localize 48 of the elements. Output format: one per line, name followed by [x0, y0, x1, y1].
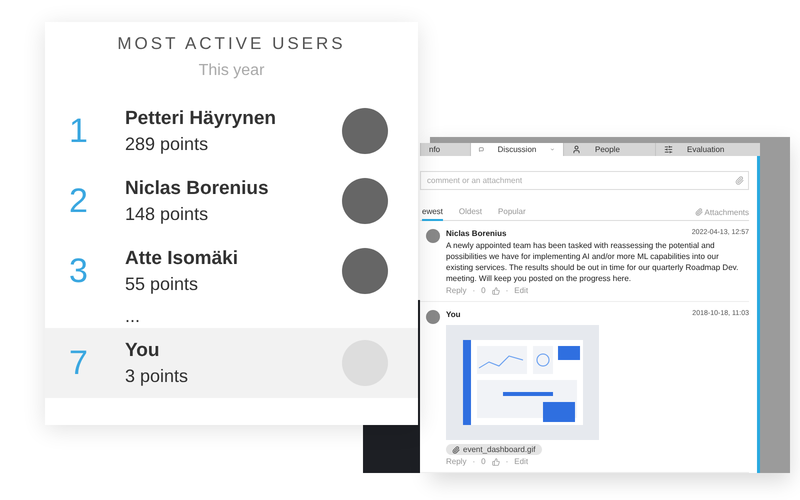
person-icon — [572, 145, 581, 154]
user-name: Petteri Häyrynen — [125, 108, 278, 130]
sort-tab[interactable]: Oldest — [458, 203, 482, 221]
comment-text: A newly appointed team has been tasked with reassessing the potential and possibilities we have for implementing AI and/or more ML capabilities into our existing services. The results should be out in time for our quarterly Roadmap Dev. meeting. Will keep you posted on the progress here. — [446, 240, 740, 284]
avatar — [342, 178, 388, 224]
edit-link[interactable]: Edit — [514, 457, 528, 466]
sliders-icon — [664, 145, 673, 154]
paperclip-icon — [735, 176, 744, 185]
user-name: You — [125, 340, 160, 362]
user-points: 289 points — [125, 134, 210, 154]
paperclip-icon — [452, 446, 460, 454]
sort-tab[interactable]: Popular — [498, 203, 526, 221]
like-count: 0 — [481, 286, 486, 295]
avatar — [342, 108, 388, 154]
separator-dot: · — [506, 457, 508, 466]
leaderboard-title: MOST ACTIVE USERS — [117, 34, 346, 54]
rank-number: 2 — [69, 182, 89, 220]
avatar — [342, 248, 388, 294]
like-count: 0 — [481, 457, 486, 466]
attachment-chip[interactable]: event_dashboard.gif — [446, 444, 542, 455]
thumbs-up-icon[interactable] — [492, 458, 500, 466]
ellipsis: ... — [124, 306, 140, 328]
user-points: 3 points — [125, 366, 190, 386]
rank-number: 3 — [69, 252, 89, 290]
user-name: Niclas Borenius — [125, 178, 270, 200]
user-name: Atte Isomäki — [125, 248, 239, 270]
edit-link[interactable]: Edit — [514, 286, 528, 295]
user-points: 55 points — [125, 274, 200, 294]
period-label: This year — [198, 62, 264, 80]
user-points: 148 points — [125, 204, 210, 224]
avatar — [426, 229, 440, 243]
reply-link[interactable]: Reply — [446, 457, 466, 466]
separator-dot: · — [472, 457, 476, 466]
rank-number: 7 — [69, 344, 89, 382]
chat-icon — [479, 145, 484, 154]
separator-dot: · — [472, 286, 476, 295]
avatar — [426, 310, 440, 324]
rank-number: 1 — [69, 112, 89, 150]
comment-author: You — [446, 310, 461, 319]
sort-tab[interactable]: ewest — [422, 203, 443, 221]
reply-link[interactable]: Reply — [446, 286, 466, 295]
separator-dot: · — [506, 286, 508, 295]
tab[interactable]: Discussion — [470, 143, 563, 156]
comment-field[interactable]: comment or an attachment — [420, 171, 749, 190]
thumbs-up-icon[interactable] — [492, 286, 500, 294]
attachments-link[interactable]: Attachments — [694, 208, 749, 216]
comment-author: Niclas Borenius — [446, 229, 506, 238]
paperclip-icon — [694, 208, 703, 216]
